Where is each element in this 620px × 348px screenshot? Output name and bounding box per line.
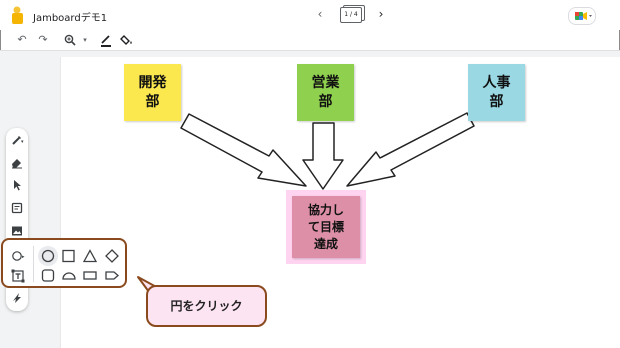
- instruction-callout: 円をクリック: [146, 285, 267, 327]
- callout-text: 円をクリック: [170, 299, 243, 313]
- callout-tail-layer: [137, 276, 161, 297]
